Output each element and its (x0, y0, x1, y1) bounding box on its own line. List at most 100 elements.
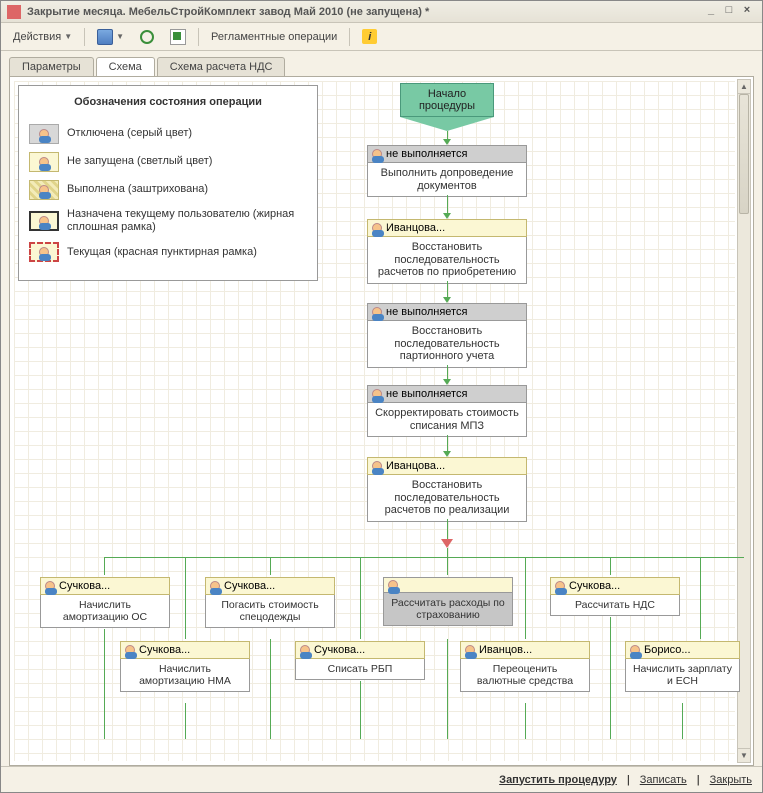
minimize-button[interactable]: _ (702, 4, 720, 20)
reglament-label: Регламентные операции (211, 31, 337, 43)
scroll-up-button[interactable]: ▲ (738, 80, 750, 94)
flow-node-4[interactable]: не выполняется Скорректировать стоимость… (367, 385, 527, 437)
app-icon (7, 5, 21, 19)
connector (104, 557, 744, 558)
scroll-thumb[interactable] (739, 94, 749, 214)
tab-vat[interactable]: Схема расчета НДС (157, 57, 286, 76)
actions-label: Действия (13, 31, 61, 43)
legend-text-assigned: Назначена текущему пользователю (жирная … (67, 208, 307, 234)
start-arrow-icon (400, 117, 494, 131)
doc-button[interactable] (164, 27, 192, 47)
legend-title: Обозначения состояния операции (29, 92, 307, 116)
flow-node-5[interactable]: Иванцова... Восстановить последовательно… (367, 457, 527, 522)
person-icon (45, 581, 55, 591)
person-icon (372, 307, 382, 317)
node-assignee: Сучкова... (139, 644, 190, 656)
node-text: Списать РБП (295, 659, 425, 680)
legend-icon-disabled (29, 124, 59, 144)
legend-icon-assigned (29, 211, 59, 231)
person-icon (630, 645, 640, 655)
legend-row-nostart: Не запущена (светлый цвет) (29, 152, 307, 172)
branch-node-rbp[interactable]: Сучкова... Списать РБП (295, 641, 425, 680)
node-text: Переоценить валютные средства (460, 659, 590, 692)
connector (447, 519, 448, 541)
connector (610, 557, 611, 575)
maximize-button[interactable]: □ (720, 4, 738, 20)
flow-node-3[interactable]: не выполняется Восстановить последовател… (367, 303, 527, 368)
toolbar: Действия ▼ ▼ Регламентные операции i (1, 23, 762, 51)
info-button[interactable]: i (356, 27, 383, 46)
tab-params[interactable]: Параметры (9, 57, 94, 76)
node-text: Восстановить последовательность партионн… (367, 321, 527, 368)
run-procedure-link[interactable]: Запустить процедуру (499, 774, 617, 786)
person-icon (465, 645, 475, 655)
branch-node-currency[interactable]: Иванцов... Переоценить валютные средства (460, 641, 590, 692)
legend-text-done: Выполнена (заштрихована) (67, 183, 208, 196)
node-text: Начислить амортизацию ОС (40, 595, 170, 628)
node-text: Начислить амортизацию НМА (120, 659, 250, 692)
person-icon (210, 581, 220, 591)
legend-row-current: Текущая (красная пунктирная рамка) (29, 242, 307, 262)
flow-node-1[interactable]: не выполняется Выполнить допроведение до… (367, 145, 527, 197)
connector (360, 681, 361, 739)
tabs: Параметры Схема Схема расчета НДС (1, 51, 762, 76)
actions-menu[interactable]: Действия ▼ (7, 29, 78, 45)
legend-row-done: Выполнена (заштрихована) (29, 180, 307, 200)
node-assignee: Сучкова... (59, 580, 110, 592)
node-assignee: Сучкова... (314, 644, 365, 656)
branch-node-amort-nma[interactable]: Сучкова... Начислить амортизацию НМА (120, 641, 250, 692)
branch-node-insurance[interactable]: Рассчитать расходы по страхованию (383, 577, 513, 626)
flow-node-2[interactable]: Иванцова... Восстановить последовательно… (367, 219, 527, 284)
scheme-canvas: ▲ ▼ Обозначения состояния операции Отклю… (9, 76, 754, 766)
connector (270, 639, 271, 739)
node-assignee: Иванцов... (479, 644, 532, 656)
connector (525, 557, 526, 639)
node-assignee: Сучкова... (224, 580, 275, 592)
save-button[interactable]: ▼ (91, 27, 130, 47)
document-icon (170, 29, 186, 45)
refresh-button[interactable] (134, 28, 160, 46)
legend-icon-done (29, 180, 59, 200)
person-icon (372, 461, 382, 471)
node-assignee: не выполняется (386, 148, 467, 160)
branch-node-amort-os[interactable]: Сучкова... Начислить амортизацию ОС (40, 577, 170, 628)
branch-node-nds[interactable]: Сучкова... Рассчитать НДС (550, 577, 680, 616)
info-icon: i (362, 29, 377, 44)
person-icon (372, 223, 382, 233)
node-text: Погасить стоимость спецодежды (205, 595, 335, 628)
node-text: Рассчитать НДС (550, 595, 680, 616)
separator (84, 28, 85, 46)
flow-start-node[interactable]: Начало процедуры (400, 83, 494, 131)
node-assignee: Сучкова... (569, 580, 620, 592)
chevron-down-icon: ▼ (64, 32, 72, 41)
close-link[interactable]: Закрыть (710, 774, 752, 786)
separator (349, 28, 350, 46)
connector (682, 703, 683, 739)
person-icon (125, 645, 135, 655)
save-link[interactable]: Записать (640, 774, 687, 786)
person-icon (300, 645, 310, 655)
connector (447, 548, 448, 575)
node-assignee: Иванцова... (386, 460, 445, 472)
legend-row-assigned: Назначена текущему пользователю (жирная … (29, 208, 307, 234)
legend-icon-notstarted (29, 152, 59, 172)
connector (185, 703, 186, 739)
node-assignee: Иванцова... (386, 222, 445, 234)
tab-scheme[interactable]: Схема (96, 57, 155, 76)
close-window-button[interactable]: × (738, 4, 756, 20)
legend-text-nostart: Не запущена (светлый цвет) (67, 155, 212, 168)
node-text: Скорректировать стоимость списания МПЗ (367, 403, 527, 437)
branch-node-spec[interactable]: Сучкова... Погасить стоимость спецодежды (205, 577, 335, 628)
reglament-ops-button[interactable]: Регламентные операции (205, 29, 343, 45)
connector (104, 557, 105, 575)
connector (610, 617, 611, 739)
scroll-down-button[interactable]: ▼ (738, 748, 750, 762)
chevron-down-icon: ▼ (116, 32, 124, 41)
branch-node-salary[interactable]: Борисо... Начислить зарплату и ЕСН (625, 641, 740, 692)
legend-row-off: Отключена (серый цвет) (29, 124, 307, 144)
titlebar: Закрытие месяца. МебельСтройКомплект зав… (1, 1, 762, 23)
legend-icon-current (29, 242, 59, 262)
node-text: Выполнить допроведение документов (367, 163, 527, 197)
node-text: Восстановить последовательность расчетов… (367, 237, 527, 284)
connector (360, 557, 361, 639)
